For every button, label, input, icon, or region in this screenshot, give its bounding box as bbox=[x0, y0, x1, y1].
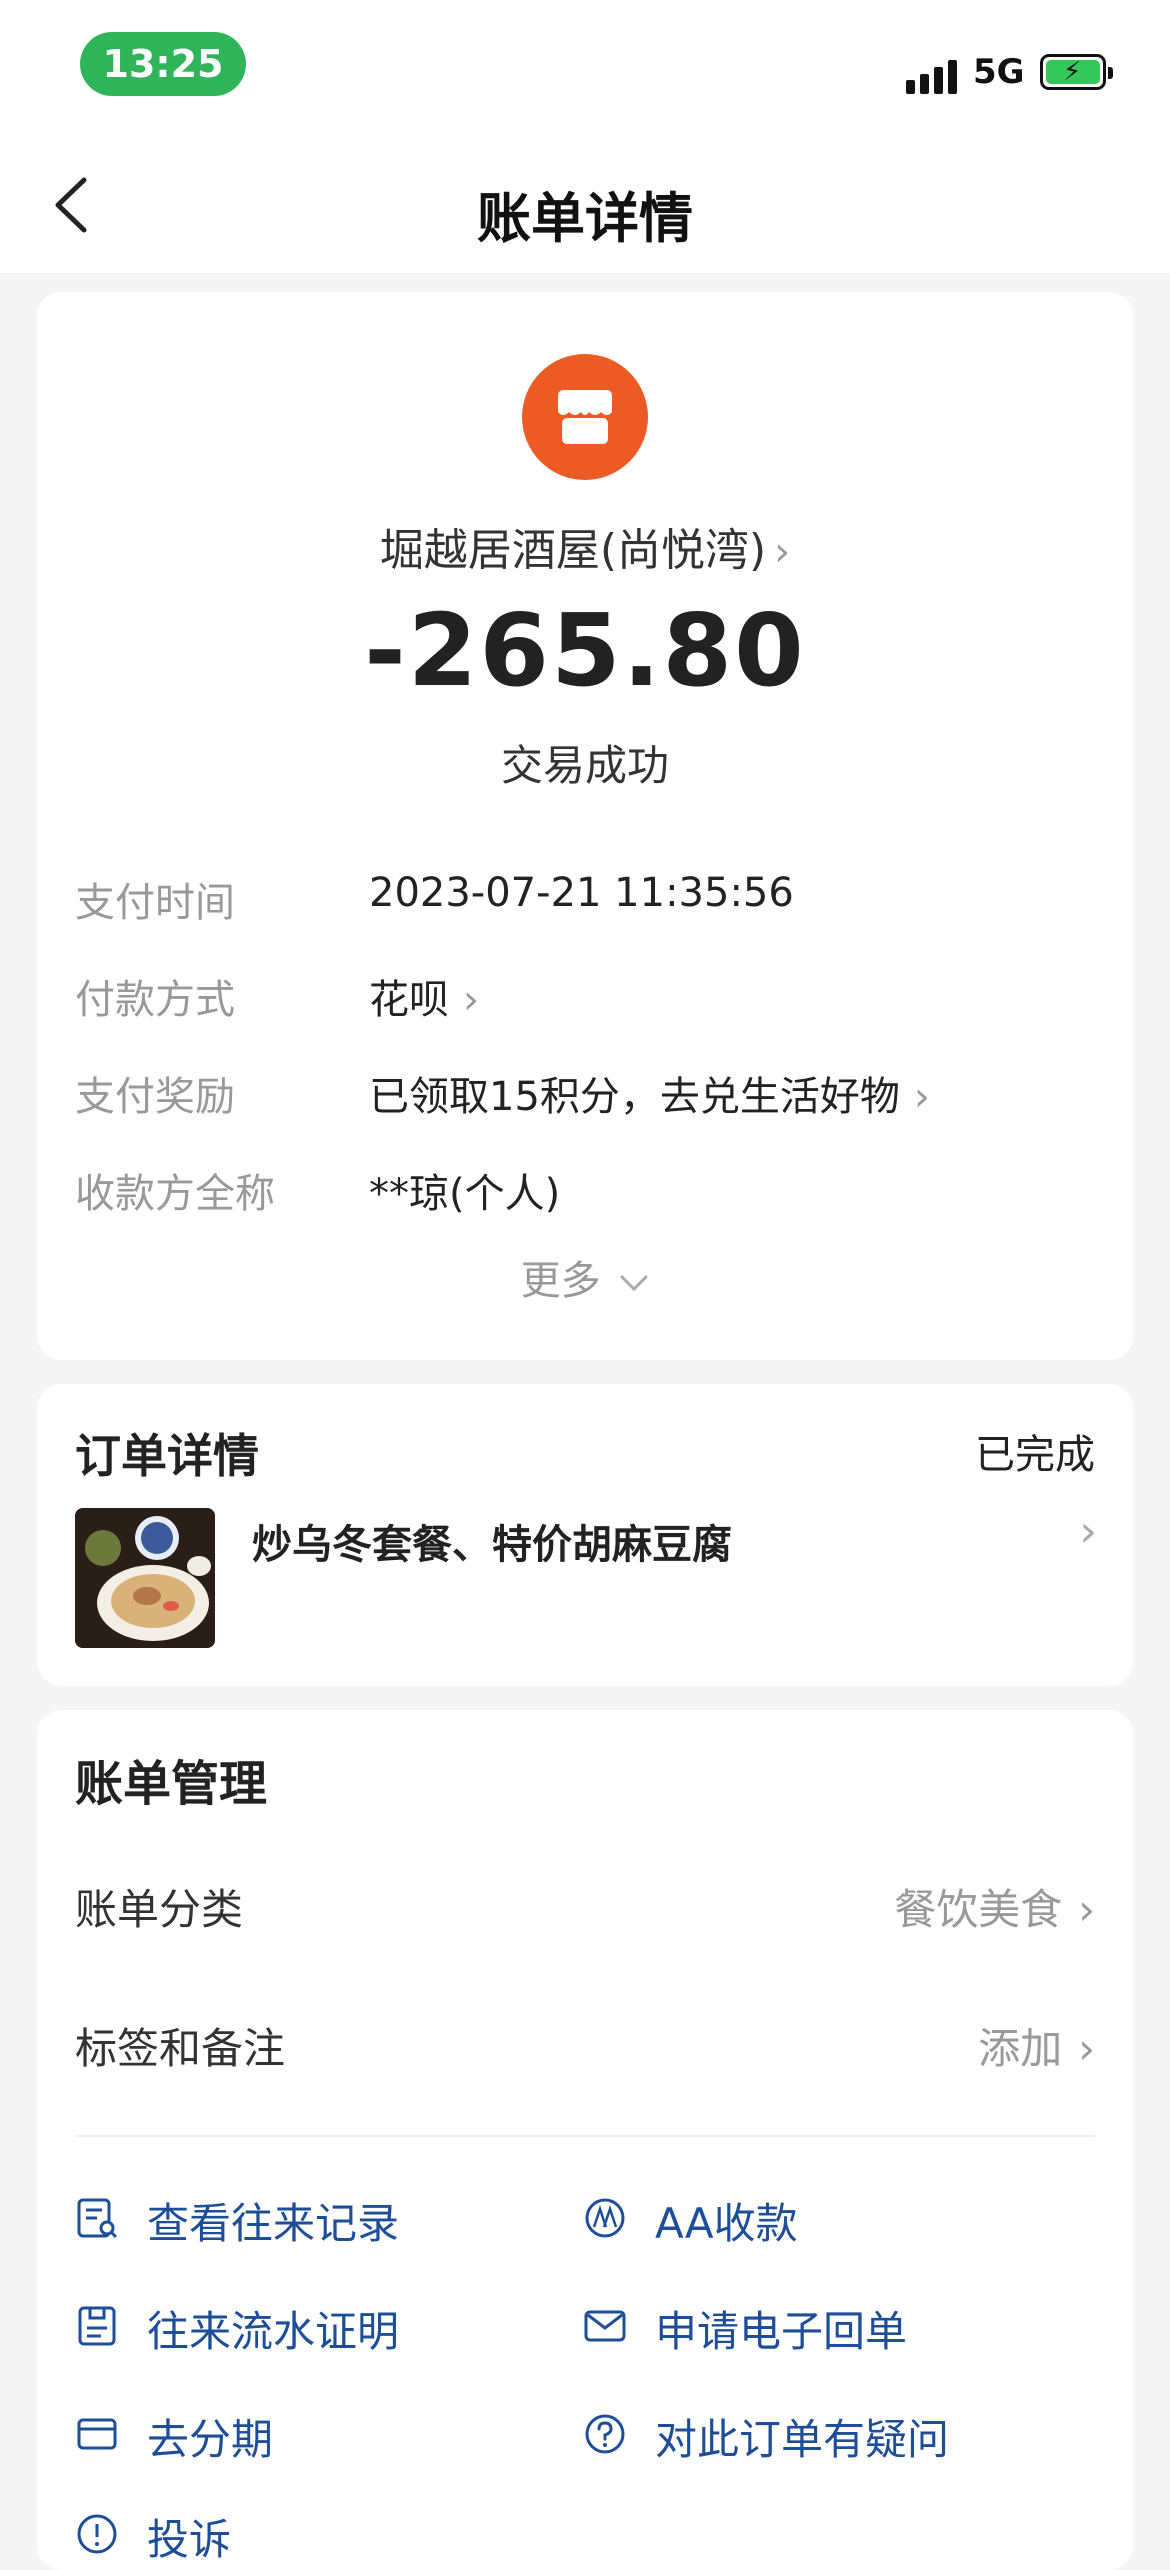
manage-heading: 账单管理 bbox=[75, 1756, 268, 1812]
complaint-icon bbox=[77, 2514, 117, 2554]
signal-icon bbox=[906, 58, 962, 94]
transaction-amount: -265.80 bbox=[364, 592, 806, 709]
action-label: 对此订单有疑问 bbox=[655, 2415, 950, 2464]
detail-value: **琼(个人) bbox=[369, 1171, 561, 1217]
action-e-receipt[interactable]: 申请电子回单 bbox=[583, 2298, 1063, 2358]
transaction-card: 堀越居酒屋(尚悦湾) › -265.80 交易成功 支付时间 2023-07-21… bbox=[37, 292, 1133, 1360]
chevron-right-icon: › bbox=[1078, 1885, 1095, 1934]
detail-label: 支付奖励 bbox=[75, 1074, 235, 1120]
bill-category-row[interactable]: 账单分类 餐饮美食 › bbox=[75, 1876, 1095, 1936]
merchant-name: 堀越居酒屋(尚悦湾) bbox=[379, 525, 767, 576]
action-statement-proof[interactable]: 往来流水证明 bbox=[75, 2298, 555, 2358]
divider bbox=[75, 2135, 1095, 2137]
battery-icon: ⚡ bbox=[1040, 54, 1113, 90]
action-aa-collect[interactable]: AA收款 bbox=[583, 2190, 1063, 2250]
action-view-records[interactable]: 查看往来记录 bbox=[75, 2190, 555, 2250]
detail-label: 收款方全称 bbox=[75, 1171, 275, 1217]
tags-notes-row[interactable]: 标签和备注 添加 › bbox=[75, 2015, 1095, 2075]
chevron-right-icon[interactable]: › bbox=[1079, 1506, 1097, 1557]
merchant-name-row[interactable]: 堀越居酒屋(尚悦湾) › bbox=[37, 514, 1133, 578]
detail-label: 付款方式 bbox=[75, 977, 235, 1023]
network-label: 5G bbox=[973, 52, 1025, 92]
order-thumbnail[interactable] bbox=[75, 1508, 215, 1648]
transaction-status: 交易成功 bbox=[500, 741, 669, 790]
category-label: 账单分类 bbox=[75, 1885, 244, 1934]
question-icon bbox=[585, 2414, 625, 2454]
mail-icon bbox=[584, 2310, 626, 2342]
aa-icon bbox=[585, 2198, 625, 2238]
chevron-right-icon: › bbox=[1078, 2024, 1095, 2073]
detail-row-reward[interactable]: 支付奖励 已领取15积分，去兑生活好物 › bbox=[75, 1064, 1095, 1124]
nav-bar: 账单详情 bbox=[0, 140, 1170, 274]
detail-row-payee: 收款方全称 **琼(个人) bbox=[75, 1161, 1095, 1221]
chevron-down-icon bbox=[620, 1275, 648, 1292]
bill-management-card: 账单管理 账单分类 餐饮美食 › 标签和备注 添加 › 查看往来记录 AA收款 bbox=[37, 1710, 1133, 2570]
merchant-logo[interactable] bbox=[522, 354, 648, 480]
chevron-right-icon: › bbox=[913, 1074, 930, 1120]
action-label: 查看往来记录 bbox=[147, 2199, 400, 2248]
category-value: 餐饮美食 bbox=[894, 1885, 1063, 1934]
order-heading: 订单详情 bbox=[75, 1429, 259, 1483]
detail-value: 已领取15积分，去兑生活好物 bbox=[369, 1074, 900, 1120]
detail-row-pay-time: 支付时间 2023-07-21 11:35:56 bbox=[75, 870, 1095, 930]
more-button[interactable]: 更多 bbox=[37, 1248, 1133, 1306]
food-image bbox=[75, 1508, 215, 1648]
order-status: 已完成 bbox=[975, 1432, 1095, 1478]
page-title: 账单详情 bbox=[477, 187, 693, 250]
action-label: AA收款 bbox=[655, 2199, 798, 2248]
detail-value: 2023-07-21 11:35:56 bbox=[369, 870, 794, 916]
records-icon bbox=[77, 2198, 118, 2239]
status-bar: 13:25 5G ⚡ bbox=[0, 0, 1170, 140]
action-label: 往来流水证明 bbox=[147, 2307, 400, 2356]
detail-label: 支付时间 bbox=[75, 880, 235, 926]
tags-value: 添加 bbox=[978, 2024, 1063, 2073]
statement-icon bbox=[78, 2306, 116, 2346]
action-complaint[interactable]: 投诉 bbox=[75, 2506, 555, 2566]
chevron-right-icon: › bbox=[463, 977, 479, 1023]
order-card: 订单详情 已完成 炒乌冬套餐、特价胡麻豆腐 › bbox=[37, 1384, 1133, 1686]
action-label: 申请电子回单 bbox=[655, 2307, 908, 2356]
action-label: 投诉 bbox=[147, 2515, 232, 2564]
order-title[interactable]: 炒乌冬套餐、特价胡麻豆腐 bbox=[252, 1512, 732, 1570]
status-time: 13:25 bbox=[80, 32, 246, 96]
card-icon bbox=[77, 2418, 117, 2450]
more-label: 更多 bbox=[520, 1258, 601, 1304]
tags-label: 标签和备注 bbox=[75, 2024, 286, 2073]
store-icon bbox=[558, 390, 612, 444]
chevron-right-icon: › bbox=[774, 529, 791, 575]
detail-row-pay-method[interactable]: 付款方式 花呗 › bbox=[75, 967, 1095, 1027]
detail-value: 花呗 bbox=[369, 977, 449, 1023]
action-label: 去分期 bbox=[147, 2415, 274, 2464]
action-question[interactable]: 对此订单有疑问 bbox=[583, 2406, 1063, 2466]
action-installment[interactable]: 去分期 bbox=[75, 2406, 555, 2466]
